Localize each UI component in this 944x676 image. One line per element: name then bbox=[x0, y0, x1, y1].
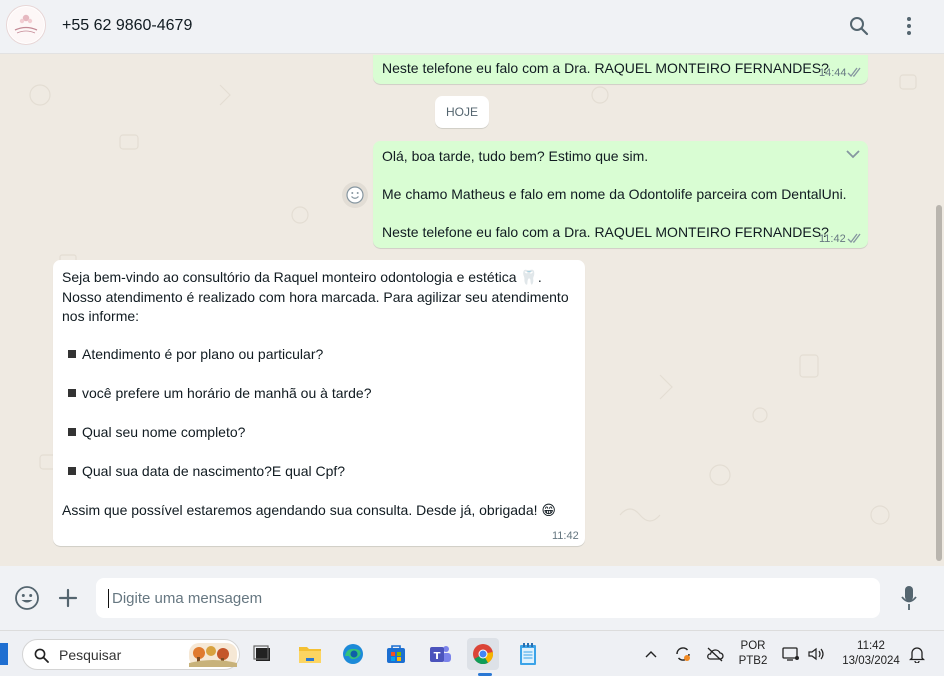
chrome-icon[interactable] bbox=[467, 638, 499, 670]
menu-icon[interactable] bbox=[897, 14, 921, 38]
bullet-icon bbox=[68, 389, 76, 397]
svg-text:T: T bbox=[434, 651, 441, 662]
notepad-icon[interactable] bbox=[512, 638, 544, 670]
mic-icon[interactable] bbox=[895, 584, 923, 612]
bullet-icon bbox=[68, 350, 76, 358]
list-item: Atendimento é por plano ou particular? bbox=[68, 345, 323, 364]
chevron-down-icon[interactable] bbox=[846, 149, 860, 159]
language-indicator[interactable]: POR PTB2 bbox=[737, 639, 769, 669]
double-check-icon bbox=[847, 67, 861, 77]
task-view-icon[interactable] bbox=[246, 638, 278, 670]
message-bubble-outgoing[interactable]: Olá, boa tarde, tudo bem? Estimo que sim… bbox=[373, 141, 868, 248]
plus-icon[interactable] bbox=[54, 584, 82, 612]
message-bubble-incoming[interactable]: Seja bem-vindo ao consultório da Raquel … bbox=[53, 260, 585, 546]
emoji-icon[interactable] bbox=[13, 584, 41, 612]
conversation-panel: Neste telefone eu falo com a Dra. RAQUEL… bbox=[0, 55, 944, 566]
file-explorer-icon[interactable] bbox=[294, 638, 326, 670]
clock[interactable]: 11:42 13/03/2024 bbox=[834, 639, 908, 669]
search-highlight-icon bbox=[189, 643, 237, 667]
message-line: Nosso atendimento é realizado com hora m… bbox=[62, 289, 569, 305]
message-text: Neste telefone eu falo com a Dra. RAQUEL… bbox=[382, 60, 829, 76]
message-time: 11:42 bbox=[819, 233, 846, 245]
chat-scrollbar[interactable] bbox=[936, 205, 942, 561]
taskbar-search[interactable]: Pesquisar bbox=[22, 639, 240, 670]
text-caret bbox=[108, 589, 109, 608]
chat-header: +55 62 9860-4679 bbox=[0, 0, 944, 54]
cloud-offline-icon[interactable] bbox=[705, 644, 725, 664]
contact-avatar[interactable] bbox=[6, 5, 46, 45]
bullet-icon bbox=[68, 428, 76, 436]
start-icon[interactable] bbox=[0, 643, 8, 665]
search-icon[interactable] bbox=[847, 14, 871, 38]
message-composer bbox=[0, 566, 944, 630]
message-time: 11:42 bbox=[552, 530, 579, 542]
message-line: nos informe: bbox=[62, 308, 140, 324]
message-time: 14:44 bbox=[819, 67, 847, 79]
message-line: Neste telefone eu falo com a Dra. RAQUEL… bbox=[382, 224, 829, 240]
microsoft-store-icon[interactable] bbox=[380, 638, 412, 670]
search-label: Pesquisar bbox=[59, 647, 122, 663]
message-line: Seja bem-vindo ao consultório da Raquel … bbox=[62, 269, 542, 285]
message-bubble-outgoing[interactable]: Neste telefone eu falo com a Dra. RAQUEL… bbox=[373, 55, 868, 84]
message-line: Assim que possível estaremos agendando s… bbox=[62, 502, 556, 518]
sync-icon[interactable] bbox=[673, 644, 693, 664]
react-emoji-icon[interactable] bbox=[342, 182, 368, 208]
bullet-icon bbox=[68, 467, 76, 475]
message-input[interactable] bbox=[96, 578, 880, 618]
list-item: Qual seu nome completo? bbox=[68, 423, 245, 442]
list-item: você prefere um horário de manhã ou à ta… bbox=[68, 384, 372, 403]
windows-taskbar: Pesquisar T POR PTB2 11:42 13/03/2024 bbox=[0, 630, 944, 676]
chevron-up-icon[interactable] bbox=[641, 644, 661, 664]
double-check-icon bbox=[847, 233, 861, 243]
network-icon[interactable] bbox=[781, 644, 801, 664]
date-separator: HOJE bbox=[435, 96, 489, 128]
edge-browser-icon[interactable] bbox=[337, 638, 369, 670]
contact-name[interactable]: +55 62 9860-4679 bbox=[62, 17, 192, 35]
avatar-logo-icon bbox=[8, 7, 44, 43]
list-item: Qual sua data de nascimento?E qual Cpf? bbox=[68, 462, 345, 481]
volume-icon[interactable] bbox=[806, 644, 826, 664]
message-line: Olá, boa tarde, tudo bem? Estimo que sim… bbox=[382, 148, 649, 164]
notification-bell-icon[interactable] bbox=[907, 644, 927, 664]
search-icon bbox=[34, 648, 49, 663]
message-line: Me chamo Matheus e falo em nome da Odont… bbox=[382, 186, 847, 202]
teams-icon[interactable]: T bbox=[424, 638, 456, 670]
